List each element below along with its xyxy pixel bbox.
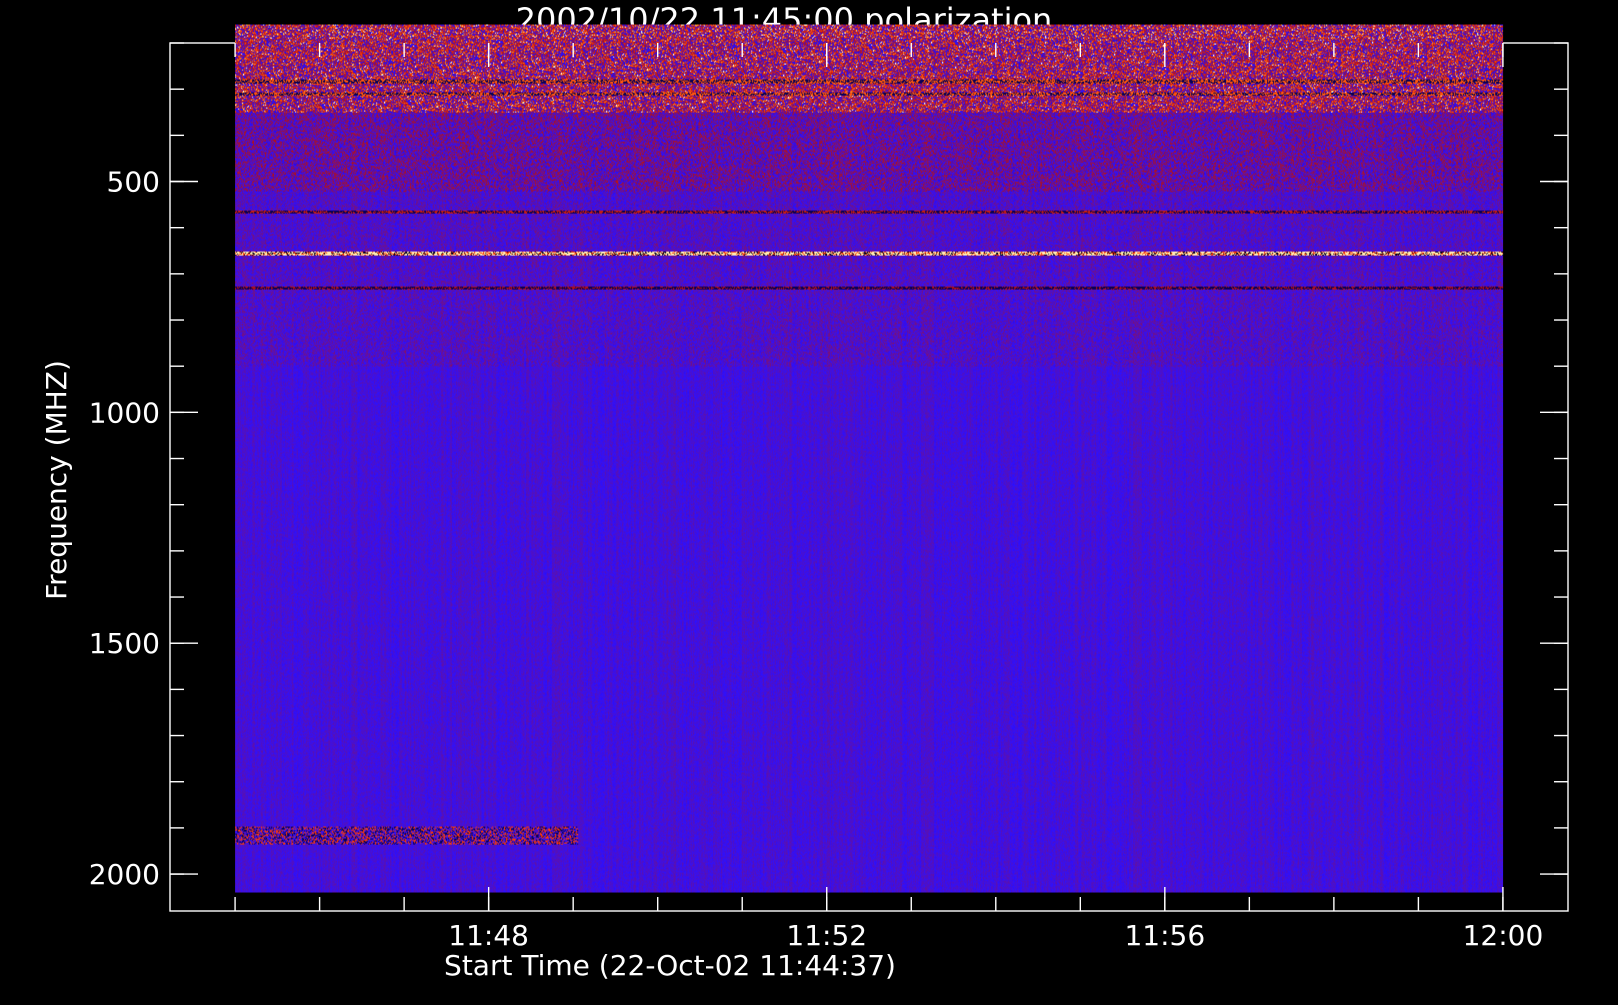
heatmap-image	[235, 24, 1504, 893]
y-tick-label: 2000	[89, 858, 160, 891]
y-tick-label: 1500	[89, 627, 160, 660]
x-tick-label: 12:00	[1463, 919, 1544, 952]
spectrogram-heatmap	[235, 24, 1504, 893]
y-tick-label: 500	[107, 166, 160, 199]
x-tick-label: 11:52	[786, 919, 867, 952]
spectrogram-chart: 2002/10/22 11:45:00 polarization 11:48 11…	[0, 0, 1618, 1000]
y-tick-label: 1000	[89, 396, 160, 429]
x-tick-label: 11:56	[1124, 919, 1205, 952]
x-axis-label: Start Time (22-Oct-02 11:44:37)	[444, 949, 896, 982]
y-axis-label: Frequency (MHZ)	[40, 360, 73, 600]
x-tick-label: 11:48	[448, 919, 529, 952]
